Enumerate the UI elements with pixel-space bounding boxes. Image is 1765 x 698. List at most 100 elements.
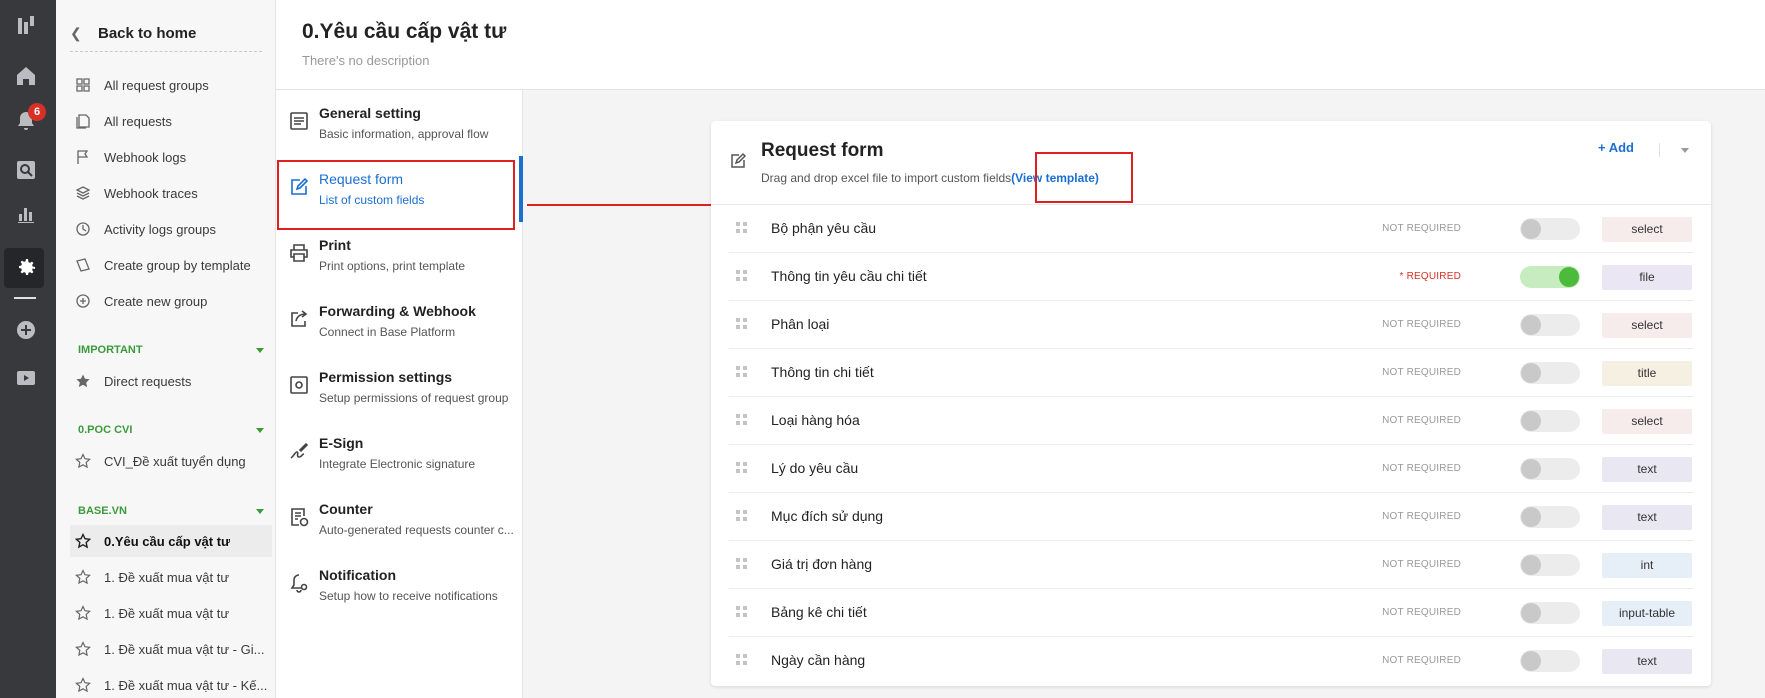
- counter-icon: [288, 506, 310, 528]
- section-base-vn[interactable]: BASE.VN: [78, 505, 264, 517]
- required-toggle[interactable]: [1520, 362, 1580, 384]
- field-row[interactable]: Ngày cần hàng NOT REQUIRED text: [729, 637, 1693, 685]
- required-toggle[interactable]: [1520, 458, 1580, 480]
- nav-item-label: Activity logs groups: [104, 221, 216, 237]
- nav-item-label: 1. Đề xuất mua vật tư: [104, 569, 230, 585]
- toggle-knob: [1521, 363, 1541, 383]
- chart-icon[interactable]: [14, 202, 38, 226]
- field-row[interactable]: Thông tin yêu cầu chi tiết * REQUIRED file: [729, 253, 1693, 301]
- more-options-caret-icon[interactable]: [1681, 148, 1689, 153]
- settings-item-general-setting[interactable]: General setting Basic information, appro…: [276, 90, 523, 156]
- nav-item-current-group[interactable]: 0.Yêu cầu cấp vật tư: [70, 525, 272, 557]
- required-label: NOT REQUIRED: [1382, 463, 1461, 474]
- add-field-button[interactable]: + Add: [1598, 140, 1634, 155]
- navigation-sidebar: ❮ Back to home All request groups All re…: [56, 0, 276, 698]
- settings-item-e-sign[interactable]: E-Sign Integrate Electronic signature: [276, 420, 523, 486]
- nav-item-group[interactable]: 1. Đề xuất mua vật tư: [74, 561, 270, 593]
- rail-divider: [14, 297, 36, 299]
- field-name: Thông tin chi tiết: [771, 364, 874, 380]
- annotation-box-view-template: [1035, 152, 1133, 203]
- required-toggle[interactable]: [1520, 218, 1580, 240]
- nav-item-direct-requests[interactable]: Direct requests: [74, 365, 270, 397]
- nav-item-webhook-traces[interactable]: Webhook traces: [74, 177, 270, 209]
- settings-item-subtitle: Connect in Base Platform: [319, 325, 456, 339]
- field-type-badge: select: [1602, 313, 1692, 338]
- field-row[interactable]: Bộ phận yêu cầu NOT REQUIRED select: [729, 205, 1693, 253]
- nav-item-group[interactable]: 1. Đề xuất mua vật tư - Gi...: [74, 633, 270, 665]
- section-title: IMPORTANT: [78, 344, 143, 356]
- required-label: * REQUIRED: [1399, 271, 1461, 282]
- drag-handle-icon[interactable]: [736, 318, 748, 330]
- field-row[interactable]: Giá trị đơn hàng NOT REQUIRED int: [729, 541, 1693, 589]
- clock-icon: [74, 220, 92, 238]
- drag-handle-icon[interactable]: [736, 414, 748, 426]
- nav-item-label: Create group by template: [104, 257, 251, 273]
- toggle-knob: [1521, 603, 1541, 623]
- settings-item-title: Counter: [319, 501, 373, 517]
- nav-item-webhook-logs[interactable]: Webhook logs: [74, 141, 270, 173]
- toggle-knob: [1521, 219, 1541, 239]
- page-description: There's no description: [302, 53, 430, 68]
- required-toggle[interactable]: [1520, 650, 1580, 672]
- section-important[interactable]: IMPORTANT: [78, 344, 264, 356]
- grid-icon: [74, 76, 92, 94]
- nav-item-create-new-group[interactable]: Create new group: [74, 285, 270, 317]
- back-to-home-link[interactable]: ❮ Back to home: [70, 16, 262, 52]
- field-name: Lý do yêu cầu: [771, 460, 859, 476]
- section-title: 0.POC CVI: [78, 424, 133, 436]
- required-toggle[interactable]: [1520, 506, 1580, 528]
- settings-item-counter[interactable]: Counter Auto-generated requests counter …: [276, 486, 523, 552]
- nav-item-activity-logs-groups[interactable]: Activity logs groups: [74, 213, 270, 245]
- drag-handle-icon[interactable]: [736, 366, 748, 378]
- settings-item-permission-settings[interactable]: Permission settings Setup permissions of…: [276, 354, 523, 420]
- nav-item-create-group-by-template[interactable]: Create group by template: [74, 249, 270, 281]
- required-toggle[interactable]: [1520, 554, 1580, 576]
- required-toggle[interactable]: [1520, 314, 1580, 336]
- settings-item-forwarding-webhook[interactable]: Forwarding & Webhook Connect in Base Pla…: [276, 288, 523, 354]
- drag-handle-icon[interactable]: [736, 222, 748, 234]
- settings-item-print[interactable]: Print Print options, print template: [276, 222, 523, 288]
- required-toggle[interactable]: [1520, 410, 1580, 432]
- video-icon[interactable]: [14, 366, 38, 390]
- required-toggle[interactable]: [1520, 602, 1580, 624]
- field-row[interactable]: Thông tin chi tiết NOT REQUIRED title: [729, 349, 1693, 397]
- drag-handle-icon[interactable]: [736, 606, 748, 618]
- section-0-poc-cvi[interactable]: 0.POC CVI: [78, 424, 264, 436]
- page-header: 0.Yêu cầu cấp vật tư There's no descript…: [276, 0, 1765, 90]
- drag-handle-icon[interactable]: [736, 510, 748, 522]
- field-type-badge: select: [1602, 409, 1692, 434]
- toggle-knob: [1521, 555, 1541, 575]
- document-icon: [288, 110, 310, 132]
- gear-icon[interactable]: [14, 256, 38, 280]
- nav-item-label: All requests: [104, 113, 172, 129]
- nav-item-group[interactable]: 1. Đề xuất mua vật tư: [74, 597, 270, 629]
- add-circle-icon[interactable]: [14, 318, 38, 342]
- field-name: Phân loại: [771, 316, 830, 332]
- required-label: NOT REQUIRED: [1382, 655, 1461, 666]
- field-row[interactable]: Mục đích sử dụng NOT REQUIRED text: [729, 493, 1693, 541]
- field-row[interactable]: Lý do yêu cầu NOT REQUIRED text: [729, 445, 1693, 493]
- base-logo-icon[interactable]: [14, 14, 38, 38]
- search-icon[interactable]: [14, 158, 38, 182]
- settings-item-subtitle: Setup how to receive notifications: [319, 589, 498, 603]
- field-row[interactable]: Bảng kê chi tiết NOT REQUIRED input-table: [729, 589, 1693, 637]
- share-icon: [288, 308, 310, 330]
- nav-item-cvi-de-xuat-tuyen-dung[interactable]: CVI_Đề xuất tuyển dụng: [74, 445, 270, 477]
- form-title: Request form: [761, 140, 884, 161]
- required-toggle[interactable]: [1520, 266, 1580, 288]
- nav-item-all-request-groups[interactable]: All request groups: [74, 69, 270, 101]
- drag-handle-icon[interactable]: [736, 558, 748, 570]
- field-row[interactable]: Loại hàng hóa NOT REQUIRED select: [729, 397, 1693, 445]
- settings-item-title: Permission settings: [319, 369, 453, 385]
- settings-item-subtitle: Auto-generated requests counter c...: [319, 523, 514, 537]
- settings-item-notification[interactable]: Notification Setup how to receive notifi…: [276, 552, 523, 618]
- signature-icon: [288, 440, 310, 462]
- drag-handle-icon[interactable]: [736, 462, 748, 474]
- nav-item-label: 1. Đề xuất mua vật tư - Kế...: [104, 677, 268, 693]
- field-row[interactable]: Phân loại NOT REQUIRED select: [729, 301, 1693, 349]
- nav-item-group[interactable]: 1. Đề xuất mua vật tư - Kế...: [74, 669, 270, 698]
- home-icon[interactable]: [14, 64, 38, 88]
- nav-item-all-requests[interactable]: All requests: [74, 105, 270, 137]
- drag-handle-icon[interactable]: [736, 270, 748, 282]
- drag-handle-icon[interactable]: [736, 654, 748, 666]
